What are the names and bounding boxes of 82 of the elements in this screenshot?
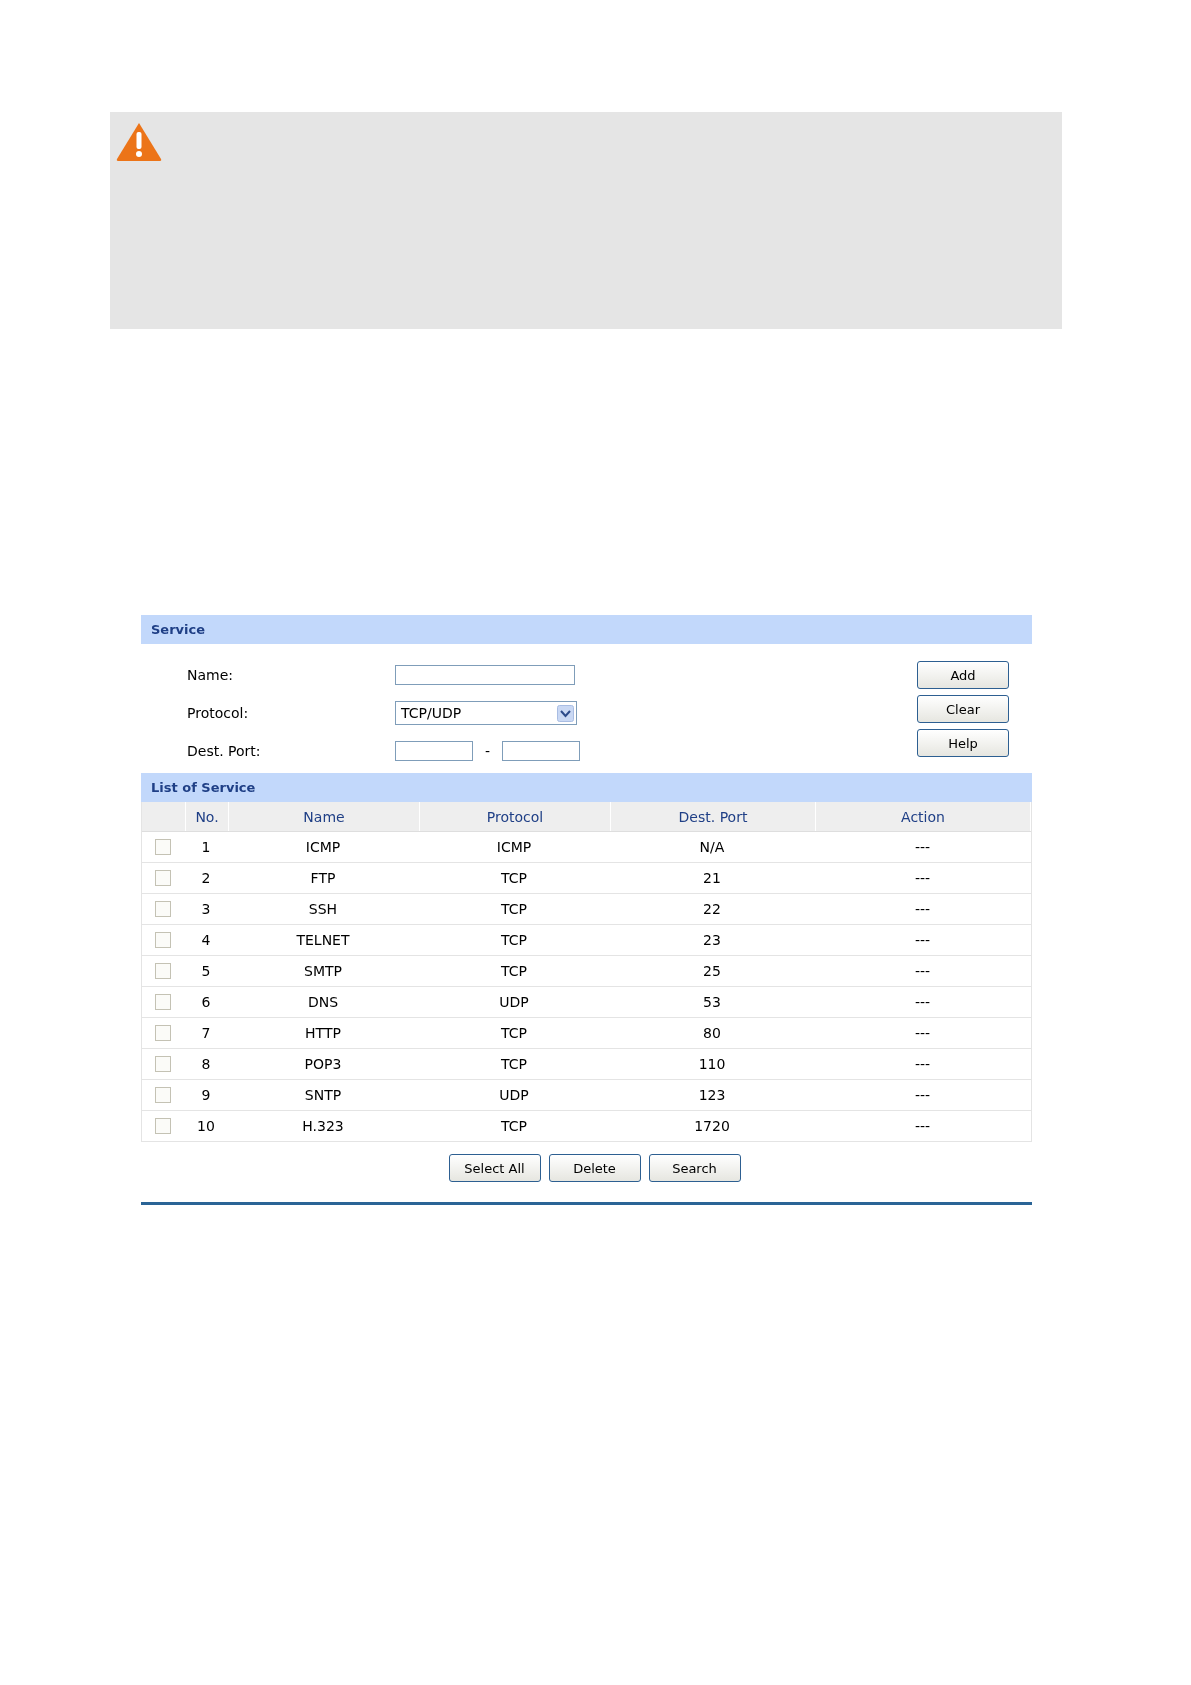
row-checkbox[interactable] bbox=[155, 963, 171, 979]
row-checkbox[interactable] bbox=[155, 1118, 171, 1134]
table-cell: 7 bbox=[185, 1018, 228, 1048]
table-cell: SNTP bbox=[228, 1080, 419, 1110]
table-cell: --- bbox=[815, 925, 1031, 955]
table-cell: TCP bbox=[419, 925, 610, 955]
column-header: No. bbox=[186, 802, 229, 831]
table-cell: 53 bbox=[610, 987, 815, 1017]
table-cell: 2 bbox=[185, 863, 228, 893]
port-end-field[interactable] bbox=[502, 741, 581, 761]
column-header: Name bbox=[229, 802, 420, 831]
table-cell: 1 bbox=[185, 832, 228, 862]
table-cell: TCP bbox=[419, 1018, 610, 1048]
table-cell: ICMP bbox=[228, 832, 419, 862]
table-cell: --- bbox=[815, 1018, 1031, 1048]
table-cell: H.323 bbox=[228, 1111, 419, 1141]
table-cell: POP3 bbox=[228, 1049, 419, 1079]
table-cell: 9 bbox=[185, 1080, 228, 1110]
table-cell: UDP bbox=[419, 1080, 610, 1110]
port-start-field[interactable] bbox=[395, 741, 473, 761]
column-header: Action bbox=[816, 802, 1031, 831]
field-label: Protocol: bbox=[187, 705, 250, 721]
table-cell: SSH bbox=[228, 894, 419, 924]
table-cell: SMTP bbox=[228, 956, 419, 986]
field-label: Name: bbox=[187, 667, 235, 683]
table-cell: 110 bbox=[610, 1049, 815, 1079]
table-cell: 4 bbox=[185, 925, 228, 955]
table-cell: TCP bbox=[419, 956, 610, 986]
action-button[interactable]: Select All bbox=[448, 1154, 541, 1182]
table-cell: 1720 bbox=[610, 1111, 815, 1141]
table-cell: 5 bbox=[185, 956, 228, 986]
warning-icon bbox=[116, 122, 162, 162]
table-cell: 23 bbox=[610, 925, 815, 955]
name-field[interactable] bbox=[395, 665, 575, 685]
table-cell: --- bbox=[815, 832, 1031, 862]
table-cell: 6 bbox=[185, 987, 228, 1017]
table-cell: TELNET bbox=[228, 925, 419, 955]
table-cell: 80 bbox=[610, 1018, 815, 1048]
range-separator: - bbox=[484, 743, 492, 759]
table-cell: 10 bbox=[185, 1111, 228, 1141]
table-cell: 123 bbox=[610, 1080, 815, 1110]
action-button[interactable]: Help bbox=[917, 729, 1009, 757]
table-cell: HTTP bbox=[228, 1018, 419, 1048]
table-cell: --- bbox=[815, 863, 1031, 893]
column-header: Protocol bbox=[420, 802, 611, 831]
table-cell: ICMP bbox=[419, 832, 610, 862]
table-cell: 21 bbox=[610, 863, 815, 893]
row-checkbox[interactable] bbox=[155, 1087, 171, 1103]
row-checkbox[interactable] bbox=[155, 1025, 171, 1041]
table-cell: TCP bbox=[419, 1049, 610, 1079]
protocol-dropdown[interactable]: TCP/UDP bbox=[395, 701, 577, 725]
action-button[interactable]: Clear bbox=[917, 695, 1009, 723]
section-header: List of Service bbox=[141, 773, 1032, 802]
table-cell: N/A bbox=[610, 832, 815, 862]
row-checkbox[interactable] bbox=[155, 901, 171, 917]
table-cell: --- bbox=[815, 1111, 1031, 1141]
table-cell: --- bbox=[815, 894, 1031, 924]
table-cell: --- bbox=[815, 1080, 1031, 1110]
row-checkbox[interactable] bbox=[155, 994, 171, 1010]
table-cell: --- bbox=[815, 987, 1031, 1017]
row-checkbox[interactable] bbox=[155, 839, 171, 855]
column-header: Dest. Port bbox=[611, 802, 816, 831]
section-header: Service bbox=[141, 615, 1032, 644]
row-checkbox[interactable] bbox=[155, 870, 171, 886]
field-label: Dest. Port: bbox=[187, 743, 262, 759]
table-cell: UDP bbox=[419, 987, 610, 1017]
table-cell: TCP bbox=[419, 863, 610, 893]
action-button[interactable]: Add bbox=[917, 661, 1009, 689]
table-cell: DNS bbox=[228, 987, 419, 1017]
action-button[interactable]: Search bbox=[648, 1154, 741, 1182]
table-cell: 8 bbox=[185, 1049, 228, 1079]
table-cell: FTP bbox=[228, 863, 419, 893]
table-cell: TCP bbox=[419, 894, 610, 924]
action-button[interactable]: Delete bbox=[548, 1154, 641, 1182]
row-checkbox[interactable] bbox=[155, 932, 171, 948]
table-cell: 25 bbox=[610, 956, 815, 986]
table-cell: --- bbox=[815, 956, 1031, 986]
row-checkbox[interactable] bbox=[155, 1056, 171, 1072]
table-cell: 3 bbox=[185, 894, 228, 924]
table-cell: --- bbox=[815, 1049, 1031, 1079]
table-cell: 22 bbox=[610, 894, 815, 924]
table-cell: TCP bbox=[419, 1111, 610, 1141]
